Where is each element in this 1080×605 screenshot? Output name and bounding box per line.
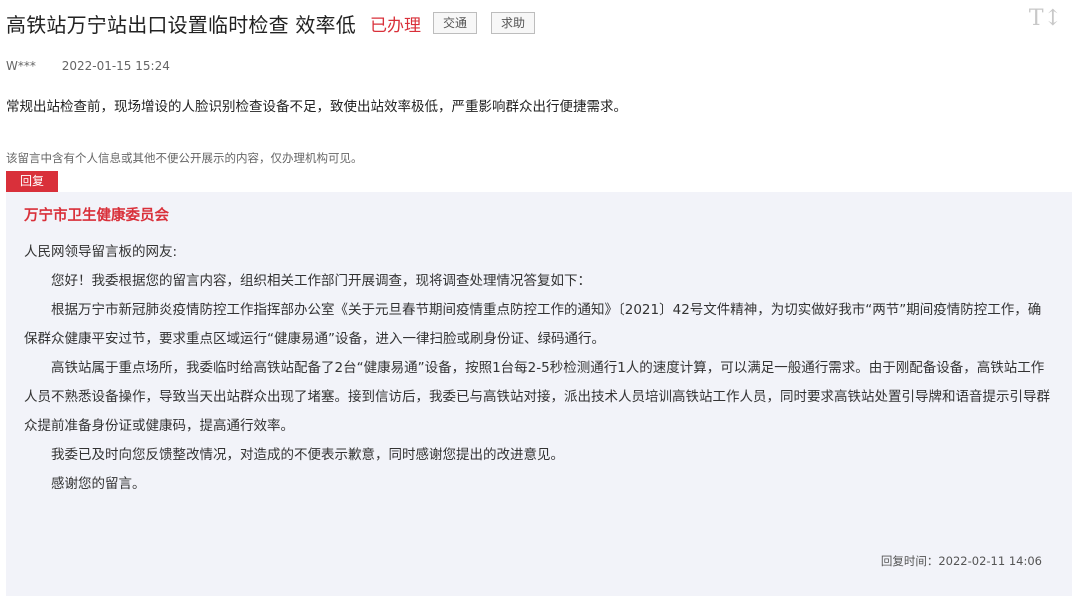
tag-traffic[interactable]: 交通 bbox=[432, 12, 477, 34]
reply-paragraph: 您好！我委根据您的留言内容，组织相关工作部门开展调查，现将调查处理情况答复如下： bbox=[51, 273, 591, 289]
reply-paragraph: 感谢您的留言。 bbox=[51, 476, 146, 492]
reply-time-label: 回复时间： bbox=[880, 554, 939, 568]
reply-panel: 万宁市卫生健康委员会 人民网领导留言板的网友: 您好！我委根据您的留言内容，组织… bbox=[6, 192, 1072, 596]
author-name: W*** bbox=[6, 59, 36, 73]
page-title: 高铁站万宁站出口设置临时检查 效率低 bbox=[6, 12, 356, 37]
post-content: 常规出站检查前，现场增设的人脸识别检查设备不足，致使出站效率极低，严重影响群众出… bbox=[6, 99, 627, 115]
privacy-notice: 该留言中含有个人信息或其他不便公开展示的内容，仅办理机构可见。 bbox=[6, 151, 363, 165]
reply-body: 人民网领导留言板的网友: 您好！我委根据您的留言内容，组织相关工作部门开展调查，… bbox=[24, 238, 1054, 499]
post-header: 高铁站万宁站出口设置临时检查 效率低 已办理 交通 求助 bbox=[6, 8, 1080, 38]
reply-paragraph: 根据万宁市新冠肺炎疫情防控工作指挥部办公室《关于元旦春节期间疫情重点防控工作的通… bbox=[24, 302, 1042, 347]
post-meta: W*** 2022-01-15 15:24 bbox=[6, 59, 170, 73]
reply-organization: 万宁市卫生健康委员会 bbox=[24, 208, 169, 224]
tag-help[interactable]: 求助 bbox=[490, 12, 535, 34]
reply-paragraph: 高铁站属于重点场所，我委临时给高铁站配备了2台“健康易通”设备，按照1台每2-5… bbox=[24, 360, 1050, 434]
reply-time-value: 2022-02-11 14:06 bbox=[938, 554, 1042, 568]
status-badge: 已办理 bbox=[369, 15, 421, 36]
reply-greeting: 人民网领导留言板的网友: bbox=[24, 244, 178, 260]
font-size-icon[interactable]: T↕ bbox=[1029, 6, 1062, 31]
reply-paragraph: 我委已及时向您反馈整改情况，对造成的不便表示歉意，同时感谢您提出的改进意见。 bbox=[51, 447, 564, 463]
post-date: 2022-01-15 15:24 bbox=[61, 59, 170, 73]
reply-tab[interactable]: 回复 bbox=[6, 171, 58, 192]
reply-time: 回复时间：2022-02-11 14:06 bbox=[881, 553, 1042, 569]
